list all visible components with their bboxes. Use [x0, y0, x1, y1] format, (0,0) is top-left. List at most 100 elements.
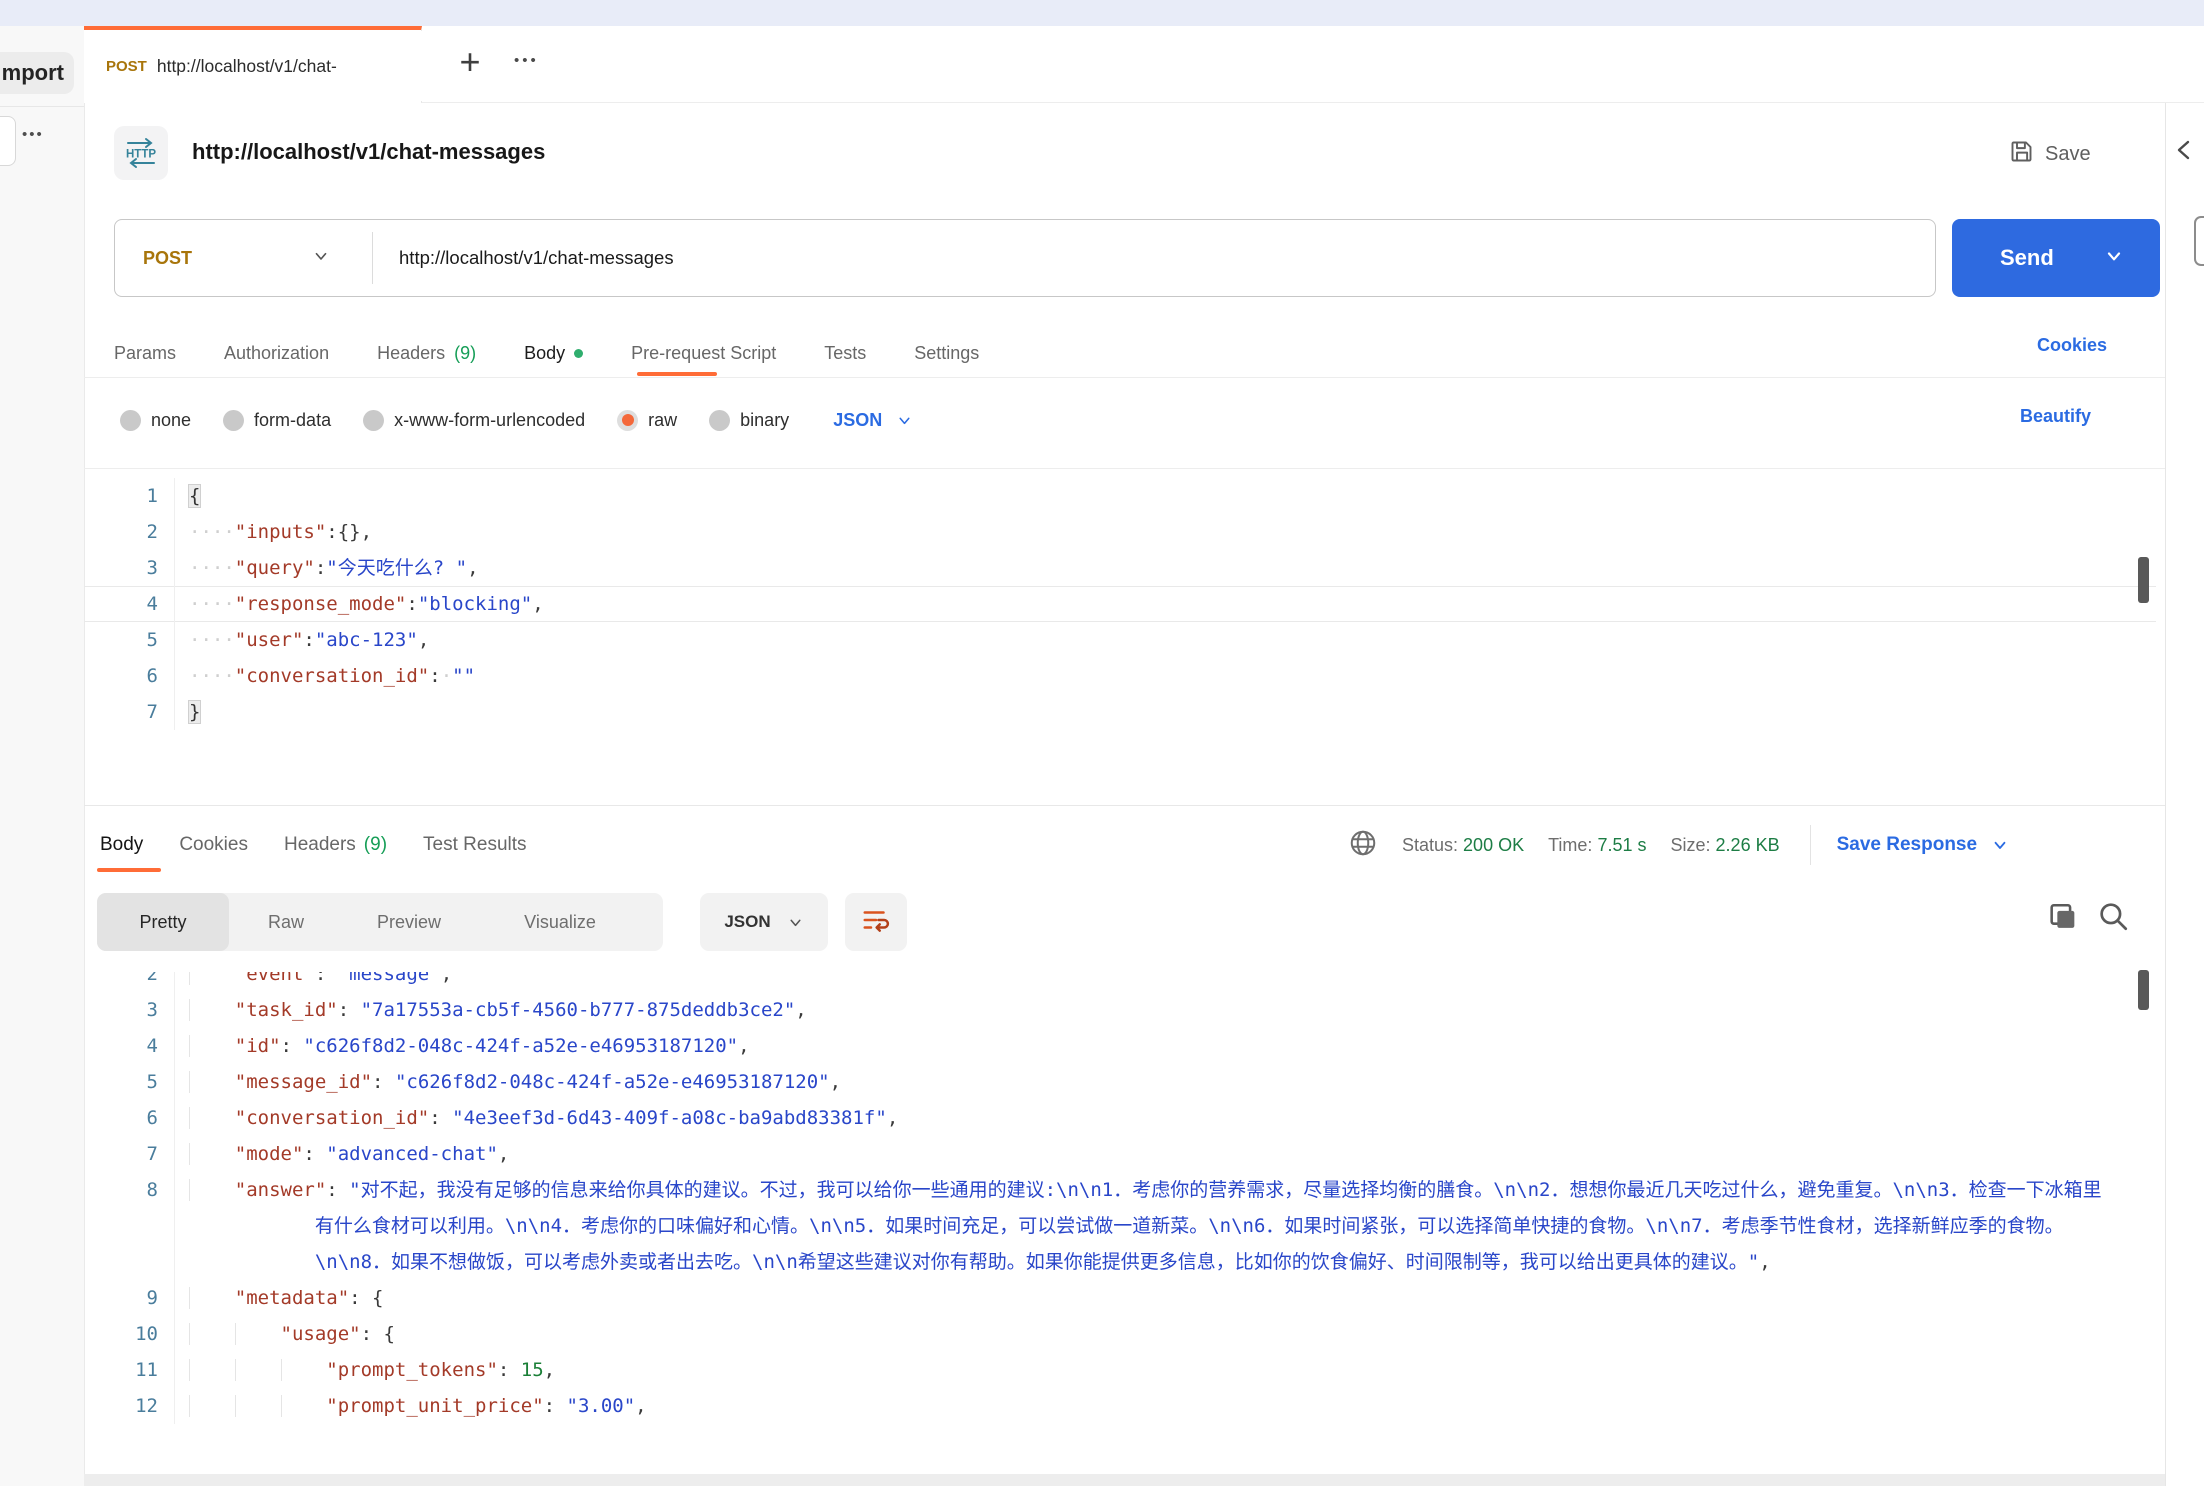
request-response-divider[interactable]	[84, 805, 2165, 806]
tabbar-more-icon[interactable]: •••	[514, 52, 539, 69]
body-mode-x-www-form-urlencoded[interactable]: x-www-form-urlencoded	[363, 409, 585, 431]
code-line-2: 2 ····"inputs":{},	[84, 514, 2156, 550]
save-response-button[interactable]: Save Response	[1837, 834, 2009, 856]
status-value: 200 OK	[1463, 834, 1525, 855]
line-content: "usage": {	[174, 1316, 2146, 1352]
wrap-text-icon	[861, 905, 891, 940]
send-button-label: Send	[2000, 245, 2054, 270]
meta-divider	[1809, 825, 1811, 865]
search-response-button[interactable]	[2096, 899, 2130, 933]
line-content: "id": "c626f8d2-048c-424f-a52e-e46953187…	[174, 1028, 2146, 1064]
wrap-text-button[interactable]	[845, 893, 907, 951]
body-mode-binary[interactable]: binary	[709, 409, 790, 431]
line-content: {	[174, 478, 2156, 514]
time-label: Time: 7.51 s	[1548, 834, 1647, 855]
response-body-viewer[interactable]: 2 "event": "message", 3 "task_id": "7a175…	[84, 972, 2146, 1474]
tab-label: Pre-request Script	[631, 342, 777, 363]
request-editor-scrollbar[interactable]	[2138, 557, 2149, 603]
code-line-8: 8 "answer": "对不起，我没有足够的信息来给你具体的建议。不过，我可以…	[84, 1172, 2146, 1280]
request-body-editor[interactable]: 1{2 ····"inputs":{}, 3 ····"query":"今天吃什么? …	[84, 469, 2156, 805]
response-scrollbar[interactable]	[2138, 970, 2149, 1010]
request-tab-tests[interactable]: Tests	[824, 343, 866, 364]
collapse-panel-chevron-left-icon[interactable]	[2174, 138, 2196, 162]
response-tabs: Body Cookies Headers (9) Test Results	[100, 822, 527, 868]
method-select-value[interactable]: POST	[143, 248, 192, 269]
line-content: "answer": "对不起，我没有足够的信息来给你具体的建议。不过，我可以给你…	[174, 1172, 2146, 1280]
line-content: "conversation_id": "4e3eef3d-6d43-409f-a…	[174, 1100, 2146, 1136]
sidebar-more-icon[interactable]: •••	[22, 126, 44, 143]
response-active-tab-underline	[97, 868, 161, 872]
request-tab-authorization[interactable]: Authorization	[224, 343, 329, 364]
line-content: ····"response_mode":"blocking",	[174, 586, 2156, 622]
body-language-select[interactable]: JSON	[833, 410, 913, 431]
radio-icon	[363, 409, 385, 431]
body-mode-none[interactable]: none	[120, 409, 192, 431]
size-value: 2.26 KB	[1715, 834, 1780, 855]
beautify-link[interactable]: Beautify	[2020, 406, 2091, 427]
view-tab-raw[interactable]: Raw	[229, 893, 343, 951]
copy-response-button[interactable]	[2046, 901, 2080, 935]
line-number: 5	[146, 1071, 158, 1093]
radio-icon	[709, 409, 731, 431]
left-sidebar: mport •••	[0, 26, 85, 1486]
view-tab-preview[interactable]: Preview	[343, 893, 475, 951]
tab-url-text: http://localhost/v1/chat-	[156, 56, 337, 76]
body-mode-raw[interactable]: raw	[617, 409, 678, 431]
radio-icon	[223, 409, 245, 431]
send-options-chevron-down-icon[interactable]	[2104, 246, 2124, 271]
line-number: 9	[146, 1287, 158, 1309]
line-number: 5	[146, 629, 158, 651]
sidebar-partial-item[interactable]	[0, 116, 16, 166]
rail-partial-icon[interactable]	[2194, 216, 2204, 266]
line-number: 3	[146, 557, 158, 579]
tab-label: Authorization	[224, 342, 330, 363]
request-tab-params[interactable]: Params	[114, 343, 176, 364]
time-value: 7.51 s	[1597, 834, 1647, 855]
response-tab-cookies[interactable]: Cookies	[179, 834, 248, 856]
response-tab-headers[interactable]: Headers (9)	[284, 834, 387, 856]
line-number: 11	[135, 1359, 158, 1381]
request-tab-headers[interactable]: Headers (9)	[377, 343, 476, 364]
import-button-label: mport	[1, 60, 64, 85]
tab-count: (9)	[363, 834, 388, 855]
response-tab-test-results[interactable]: Test Results	[423, 834, 526, 856]
line-number: 10	[135, 1323, 158, 1345]
code-line-4: 4 "id": "c626f8d2-048c-424f-a52e-e469531…	[84, 1028, 2146, 1064]
request-tab-body[interactable]: Body	[524, 343, 584, 364]
window-top-strip	[0, 0, 2204, 26]
tab-label: Headers	[377, 342, 446, 363]
response-hscrollbar-track[interactable]	[84, 1474, 2165, 1486]
url-bar: POST http://localhost/v1/chat-messages	[114, 219, 1936, 297]
code-line-7: 7}	[84, 694, 2156, 730]
mode-label: raw	[648, 409, 678, 430]
view-tab-pretty[interactable]: Pretty	[97, 893, 229, 951]
status-label: Status: 200 OK	[1402, 834, 1525, 855]
line-content: "mode": "advanced-chat",	[174, 1136, 2146, 1172]
request-tab-pre-request-script[interactable]: Pre-request Script	[631, 343, 776, 364]
response-tab-body[interactable]: Body	[100, 834, 143, 856]
request-tab-settings[interactable]: Settings	[914, 343, 979, 364]
method-chevron-down-icon[interactable]	[312, 247, 330, 270]
line-number: 1	[146, 485, 158, 507]
line-number: 6	[146, 1107, 158, 1129]
import-button[interactable]: mport	[0, 52, 74, 94]
line-number: 2	[146, 972, 158, 985]
send-button[interactable]: Send	[1952, 219, 2160, 297]
url-input[interactable]: http://localhost/v1/chat-messages	[399, 247, 674, 269]
line-number: 4	[146, 593, 158, 615]
globe-icon[interactable]	[1348, 828, 1378, 863]
code-line-3: 3 ····"query":"今天吃什么? ",	[84, 550, 2156, 586]
new-tab-button[interactable]: +	[450, 40, 490, 84]
body-mode-form-data[interactable]: form-data	[223, 409, 331, 431]
code-line-1: 1{	[84, 478, 2156, 514]
request-tabs: Params Authorization Headers (9) Body Pre-re…	[114, 330, 979, 376]
cookies-link[interactable]: Cookies	[2037, 335, 2107, 356]
line-content: "event": "message",	[174, 972, 2146, 992]
save-button[interactable]: Save	[2008, 138, 2091, 171]
view-tab-visualize[interactable]: Visualize	[475, 893, 645, 951]
line-content: "message_id": "c626f8d2-048c-424f-a52e-e…	[174, 1064, 2146, 1100]
tab-count: (9)	[454, 342, 477, 363]
response-language-select[interactable]: JSON	[700, 893, 828, 951]
mode-label: none	[151, 409, 192, 430]
mode-label: binary	[740, 409, 790, 430]
